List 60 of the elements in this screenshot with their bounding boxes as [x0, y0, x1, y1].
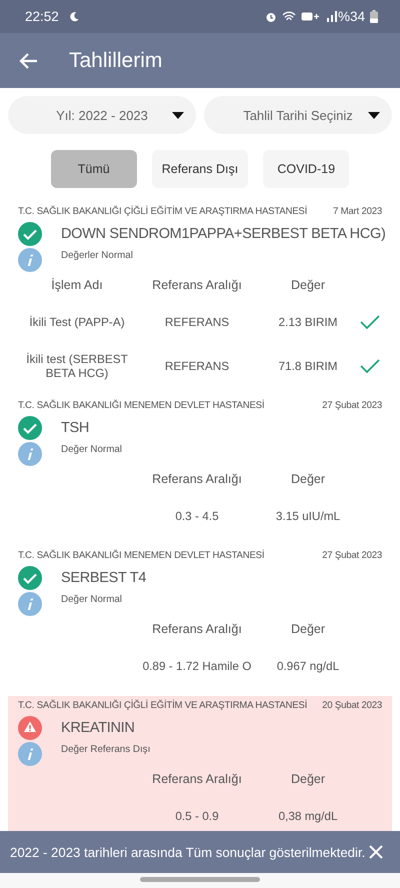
- result-date: 20 Şubat 2023: [322, 700, 382, 711]
- alarm-icon: [264, 10, 277, 22]
- info-icon[interactable]: [18, 248, 42, 272]
- dropdown-value: Yıl: 2022 - 2023: [56, 108, 148, 122]
- result-value: 3.15 uIU/mL: [276, 509, 340, 523]
- result-note: Değerler Normal: [61, 250, 133, 261]
- battery-icon: [370, 10, 378, 23]
- reference-range: REFERANS: [164, 359, 230, 373]
- battery-percent: %34: [338, 9, 365, 24]
- reference-range: 0.5 - 0.9: [175, 809, 219, 823]
- result-date: 7 Mart 2023: [333, 206, 382, 217]
- result-value: 71.8 BIRIM: [278, 359, 338, 373]
- page-title: Tahlillerim: [69, 48, 162, 72]
- wifi-icon: [282, 10, 296, 22]
- test-name: KREATININ: [61, 720, 135, 736]
- reference-range: 0.89 - 1.72 Hamile O: [142, 659, 252, 673]
- filter-tab[interactable]: Tümü: [50, 150, 137, 188]
- reference-range: REFERANS: [164, 315, 230, 329]
- column-header: Referans Aralığı: [152, 622, 242, 636]
- filter-tab[interactable]: Referans Dışı: [152, 150, 248, 188]
- hospital-name: T.C. SAĞLIK BAKANLIĞI ÇİĞLİ EĞİTİM VE ARAŞTIRMA HASTANESİ: [18, 700, 308, 711]
- column-header: Referans Aralığı: [152, 278, 242, 292]
- test-item-name: İkili Test (PAPP-A): [29, 315, 125, 329]
- dropdown[interactable]: Yıl: 2022 - 2023: [8, 96, 196, 134]
- caret-icon: [172, 112, 184, 119]
- clock-time: 22:52: [25, 9, 59, 24]
- test-name: DOWN SENDROM1PAPPA+SERBEST BETA HCG): [61, 226, 386, 242]
- result-note: Değer Normal: [61, 594, 122, 605]
- hospital-name: T.C. SAĞLIK BAKANLIĞI ÇİĞLİ EĞİTİM VE ARAŞTIRMA HASTANESİ: [18, 206, 308, 217]
- column-header: Değer: [290, 622, 326, 636]
- close-icon[interactable]: [368, 844, 384, 860]
- column-header: Değer: [290, 472, 326, 486]
- info-icon[interactable]: [18, 592, 42, 616]
- result-note: Değer Referans Dışı: [61, 744, 150, 755]
- filter-tab[interactable]: COVID-19: [263, 150, 350, 188]
- dropdown[interactable]: Tahlil Tarihi Seçiniz: [204, 96, 392, 134]
- test-item-name: İkili test (SERBEST BETA HCG): [25, 352, 129, 380]
- moon-icon: [68, 11, 80, 22]
- signal-icon: [326, 11, 338, 22]
- hospital-name: T.C. SAĞLIK BAKANLIĞI MENEMEN DEVLET HASTANESİ: [18, 400, 264, 411]
- test-name: SERBEST T4: [61, 570, 146, 586]
- result-date: 27 Şubat 2023: [322, 400, 382, 411]
- result-value: 0,38 mg/dL: [278, 809, 338, 823]
- column-header: Değer: [290, 772, 326, 786]
- result-value: 2.13 BIRIM: [278, 315, 338, 329]
- column-header: Değer: [290, 278, 326, 292]
- hospital-name: T.C. SAĞLIK BAKANLIĞI MENEMEN DEVLET HASTANESİ: [18, 550, 264, 561]
- caret-icon: [368, 112, 380, 119]
- test-name: TSH: [61, 420, 90, 436]
- result-note: Değer Normal: [61, 444, 122, 455]
- result-value: 0.967 ng/dL: [276, 659, 340, 673]
- result-date: 27 Şubat 2023: [322, 550, 382, 561]
- info-icon[interactable]: [18, 442, 42, 466]
- column-header: Referans Aralığı: [152, 472, 242, 486]
- column-header: İşlem Adı: [51, 278, 103, 292]
- info-icon[interactable]: [18, 742, 42, 766]
- dropdown-value: Tahlil Tarihi Seçiniz: [243, 108, 353, 122]
- reference-range: 0.3 - 4.5: [175, 509, 219, 523]
- snackbar-message: 2022 - 2023 tarihleri arasında Tüm sonuçlar gösterilmektedir.: [10, 844, 366, 860]
- column-header: Referans Aralığı: [152, 772, 242, 786]
